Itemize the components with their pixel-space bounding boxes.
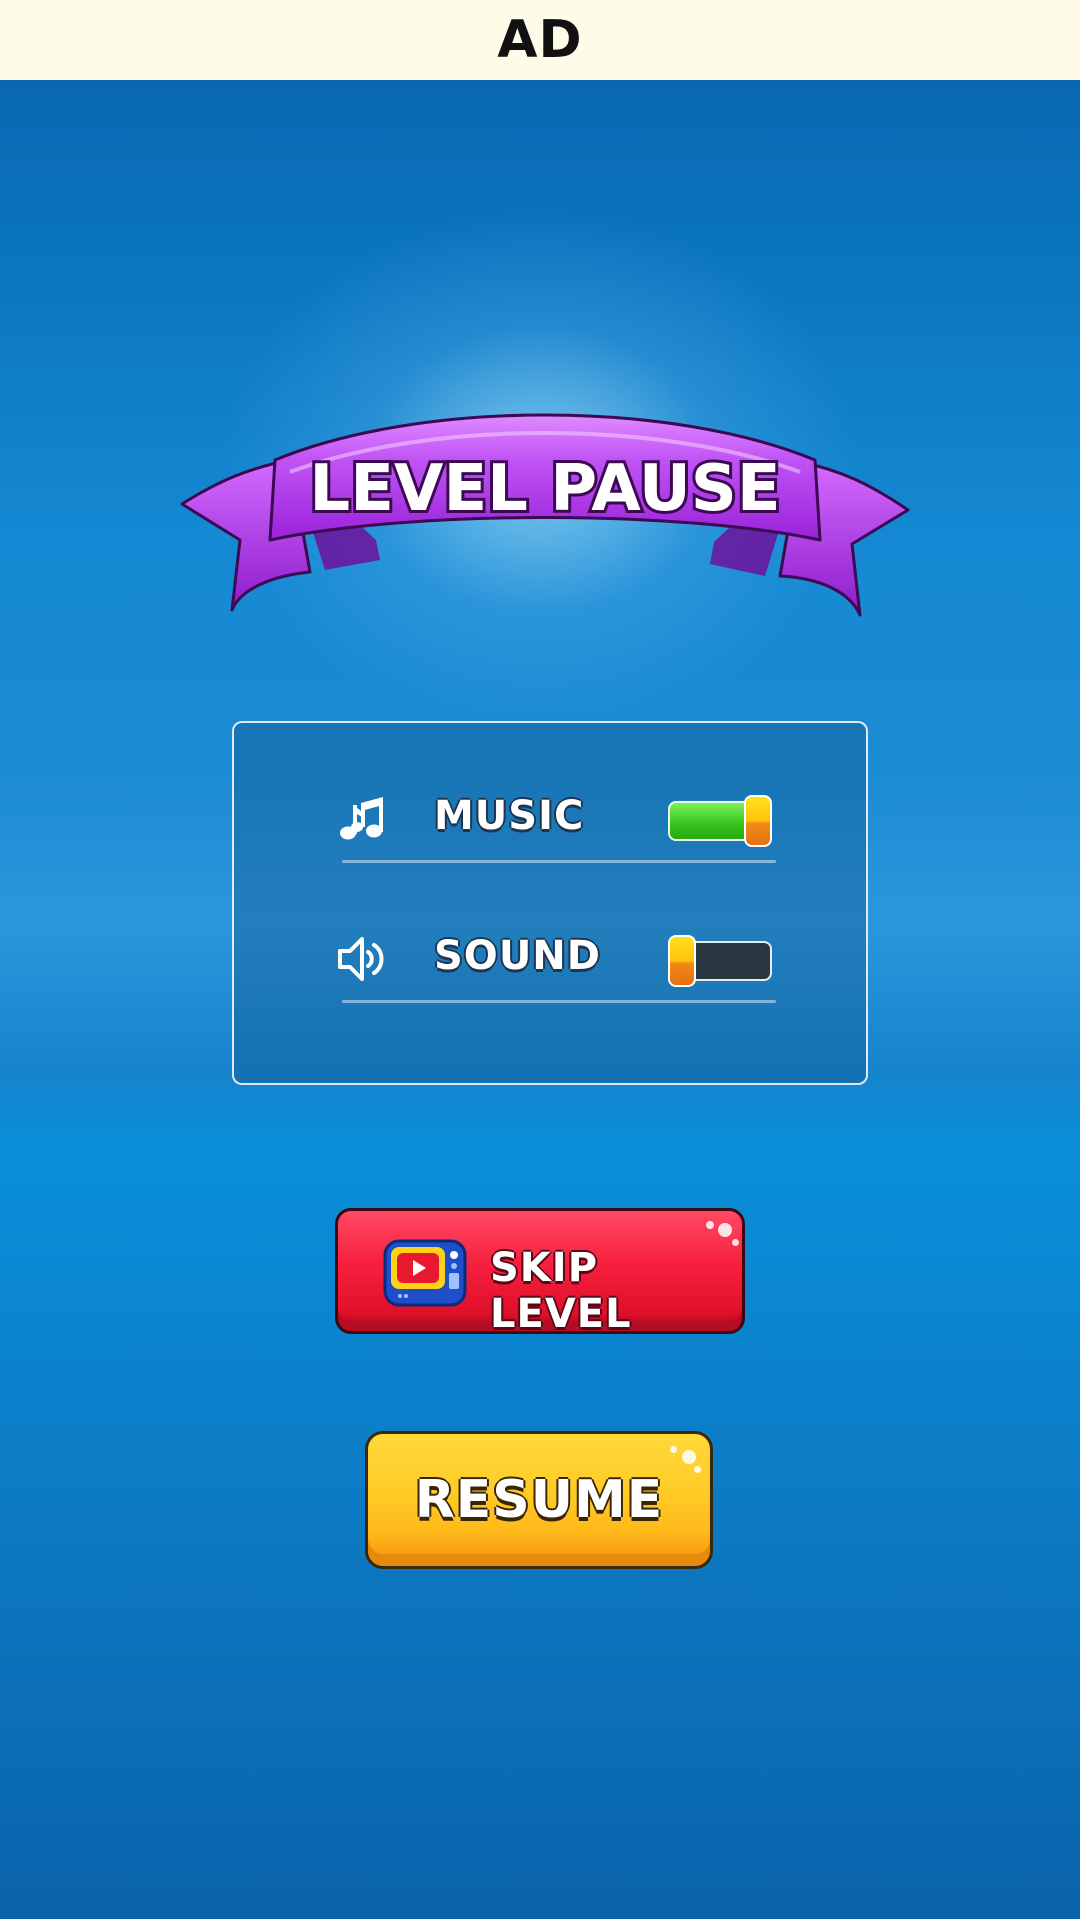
divider [342, 1000, 776, 1003]
music-note-icon [336, 793, 388, 845]
music-label: MUSIC [434, 793, 585, 839]
sparkle-decoration [694, 1466, 701, 1473]
sound-toggle[interactable] [668, 935, 772, 987]
ad-banner[interactable]: AD [0, 0, 1080, 80]
skip-level-label: SKIP LEVEL [490, 1245, 632, 1337]
ad-label: AD [497, 10, 583, 70]
music-setting-row: MUSIC [340, 783, 776, 863]
sparkle-decoration [682, 1450, 696, 1464]
music-toggle[interactable] [668, 795, 772, 847]
speaker-icon [336, 933, 388, 985]
sparkle-decoration [706, 1221, 714, 1229]
music-toggle-knob[interactable] [744, 795, 772, 847]
resume-label: RESUME [414, 1470, 664, 1530]
skip-level-button[interactable]: SKIP LEVEL [335, 1208, 745, 1337]
sound-label: SOUND [434, 933, 601, 979]
sparkle-decoration [718, 1223, 732, 1237]
title-ribbon: LEVEL PAUSE [180, 400, 910, 630]
sound-toggle-knob[interactable] [668, 935, 696, 987]
divider [342, 860, 776, 863]
sound-setting-row: SOUND [338, 923, 776, 1003]
video-ad-tv-icon [383, 1239, 467, 1307]
settings-panel: MUSIC SOUND [232, 721, 868, 1085]
resume-button[interactable]: RESUME [365, 1431, 713, 1569]
sparkle-decoration [670, 1446, 677, 1453]
sparkle-decoration [732, 1239, 739, 1246]
pause-title: LEVEL PAUSE [309, 452, 780, 526]
